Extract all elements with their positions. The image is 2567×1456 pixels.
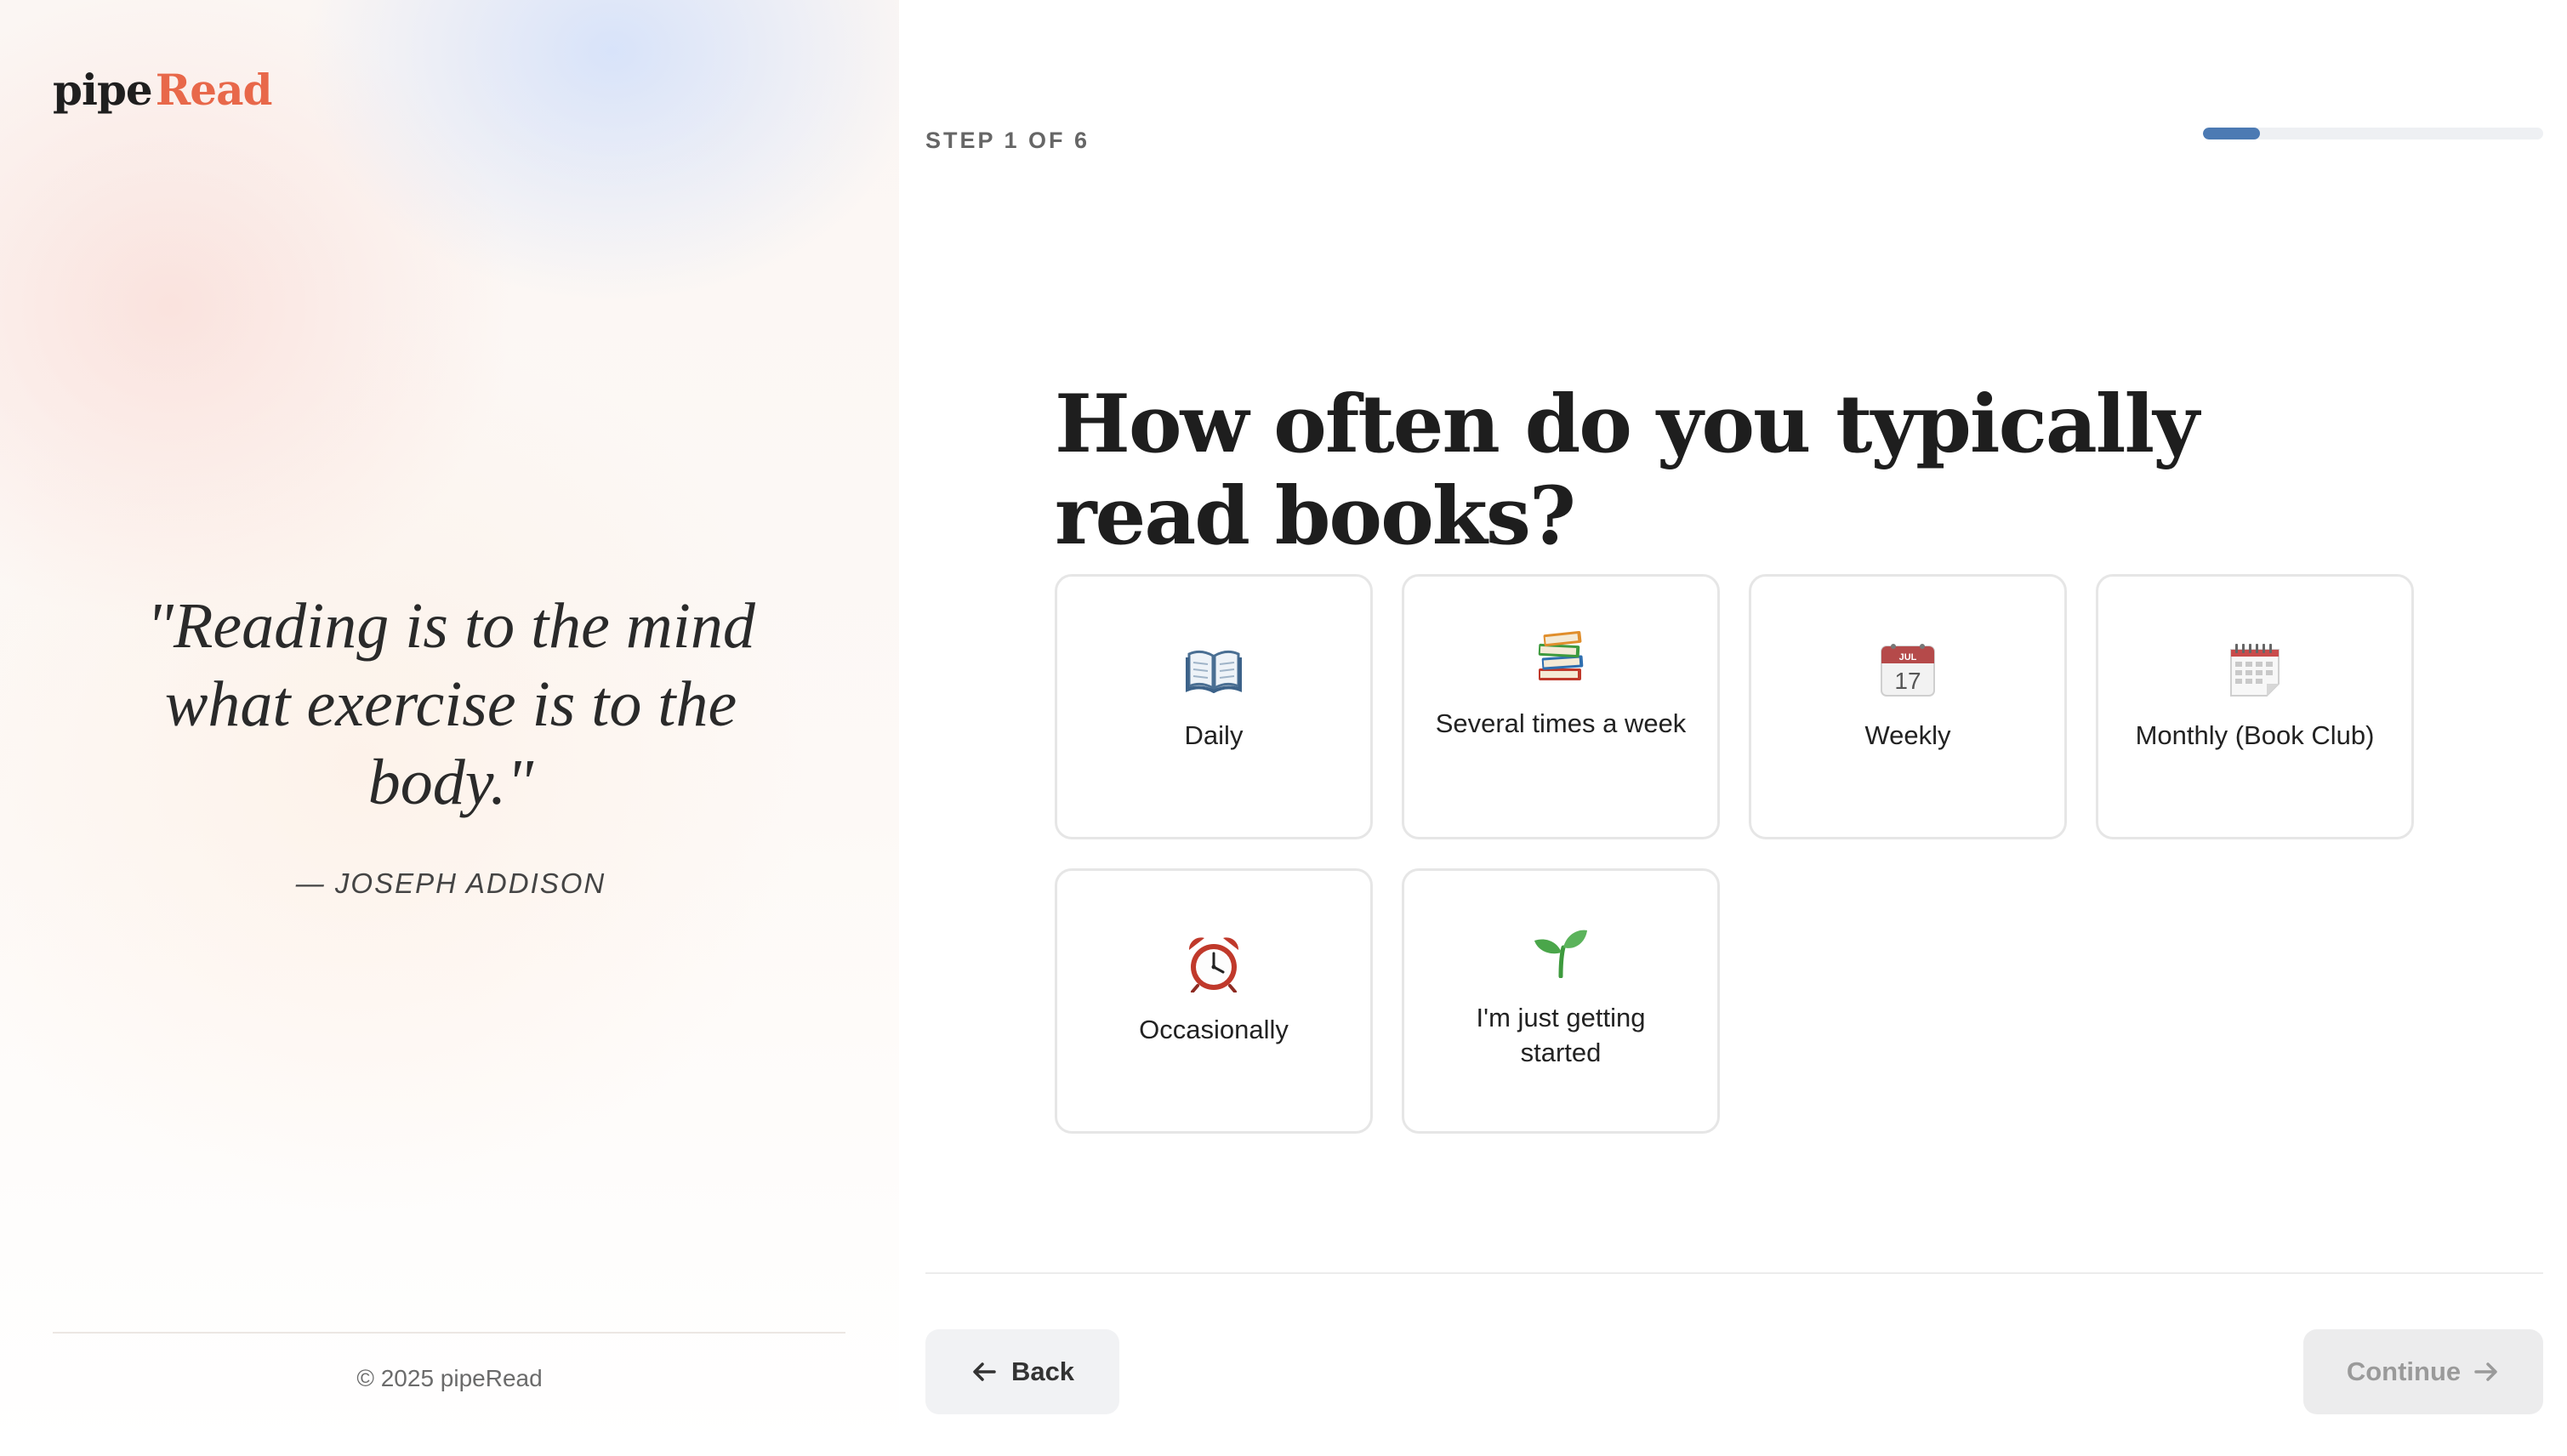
step-indicator: STEP 1 OF 6 xyxy=(925,128,1090,153)
back-button-label: Back xyxy=(1010,1356,1075,1386)
option-daily[interactable]: Daily xyxy=(1055,574,1373,839)
progress-bar-fill xyxy=(2203,128,2260,139)
option-label: Monthly (Book Club) xyxy=(2135,720,2375,750)
frequency-options: Daily Several times a week JUL 17 Weekly… xyxy=(1055,574,2414,1134)
option-weekly[interactable]: JUL 17 Weekly xyxy=(1749,574,2067,839)
option-occasionally[interactable]: Occasionally xyxy=(1055,868,1373,1134)
copyright-text: © 2025 pipeRead xyxy=(356,1365,543,1391)
back-button[interactable]: Back xyxy=(925,1329,1119,1414)
logo-text-read: Read xyxy=(155,65,273,115)
footer-divider xyxy=(925,1272,2543,1274)
option-label: Weekly xyxy=(1864,720,1951,750)
option-monthly-book-club[interactable]: Monthly (Book Club) xyxy=(2096,574,2414,839)
left-divider xyxy=(53,1332,845,1334)
stack-of-books-icon xyxy=(1535,624,1586,691)
option-just-getting-started[interactable]: I'm just getting started xyxy=(1402,868,1720,1134)
quote-author: — JOSEPH ADDISON xyxy=(295,867,606,899)
option-label: Occasionally xyxy=(1139,1015,1289,1044)
seedling-icon xyxy=(1533,919,1589,985)
brand-logo[interactable]: pipeRead xyxy=(53,65,273,115)
question-title: How often do you typically read books? xyxy=(1055,378,2200,563)
alarm-clock-icon xyxy=(1186,930,1242,997)
option-label: I'm just getting started xyxy=(1476,1003,1646,1067)
inspirational-quote: "Reading is to the mind what exercise is… xyxy=(146,590,755,818)
svg-text:17: 17 xyxy=(1894,668,1921,694)
continue-button-label: Continue xyxy=(2346,1356,2462,1386)
spiral-calendar-icon xyxy=(2228,636,2282,702)
svg-text:JUL: JUL xyxy=(1899,652,1917,663)
onboarding-page: pipeRead "Reading is to the mind what ex… xyxy=(0,0,2567,1456)
continue-button[interactable]: Continue xyxy=(2303,1329,2543,1414)
logo-text-pipe: pipe xyxy=(53,65,153,115)
arrow-right-icon xyxy=(2474,1362,2497,1381)
calendar-icon: JUL 17 xyxy=(1880,636,1936,702)
progress-bar xyxy=(2203,128,2543,139)
open-book-icon xyxy=(1186,636,1242,702)
left-panel: pipeRead "Reading is to the mind what ex… xyxy=(0,0,899,1456)
arrow-left-icon xyxy=(973,1362,996,1381)
option-label: Several times a week xyxy=(1435,708,1687,738)
option-label: Daily xyxy=(1184,720,1244,750)
option-several-times-a-week[interactable]: Several times a week xyxy=(1402,574,1720,839)
